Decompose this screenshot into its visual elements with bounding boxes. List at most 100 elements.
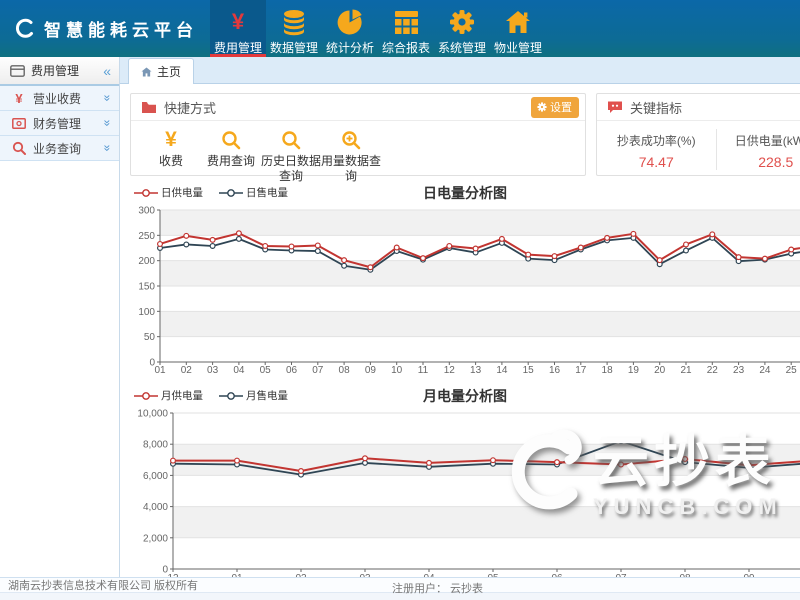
- footer: 湖南云抄表信息技术有限公司 版权所有 注册用户： 云抄表: [0, 577, 800, 600]
- svg-text:16: 16: [549, 365, 561, 376]
- nav-item-reports[interactable]: 综合报表: [378, 0, 434, 57]
- svg-text:22: 22: [707, 365, 719, 376]
- metric-daily-power-supply: 日供电量(kWH) 228.5: [716, 129, 800, 170]
- svg-text:100: 100: [138, 307, 155, 318]
- sidebar-item-business-query[interactable]: 业务查询 »: [0, 136, 119, 161]
- app-title: 智慧能耗云平台: [44, 16, 198, 41]
- search-icon: [12, 141, 26, 155]
- pie-icon: [337, 7, 364, 37]
- yen-icon: ¥: [232, 7, 244, 37]
- database-icon: [281, 7, 307, 37]
- chevron-down-icon[interactable]: »: [101, 95, 115, 102]
- svg-text:23: 23: [733, 365, 745, 376]
- metric-value: 74.47: [597, 154, 716, 170]
- svg-text:02: 02: [181, 365, 193, 376]
- svg-text:01: 01: [154, 365, 166, 376]
- monthly-chart-title: 月电量分析图: [130, 386, 800, 406]
- svg-text:50: 50: [144, 332, 156, 343]
- svg-text:2,000: 2,000: [143, 533, 168, 544]
- comment-icon: [607, 100, 623, 114]
- svg-text:21: 21: [680, 365, 692, 376]
- footer-copyright: 湖南云抄表信息技术有限公司 版权所有: [8, 577, 198, 593]
- svg-text:25: 25: [786, 365, 798, 376]
- svg-text:250: 250: [138, 231, 155, 242]
- svg-text:20: 20: [654, 365, 666, 376]
- gear-icon: [537, 102, 547, 112]
- quick-item-history-daily-query[interactable]: 历史日数据查询: [261, 128, 321, 184]
- svg-text:05: 05: [260, 365, 272, 376]
- quick-item-charge[interactable]: ¥ 收费: [141, 128, 201, 184]
- svg-text:07: 07: [312, 365, 324, 376]
- svg-text:18: 18: [602, 365, 614, 376]
- home-icon: [141, 67, 152, 77]
- key-indicators-panel: 关键指标 抄表成功率(%) 74.47 日供电量(kWH) 228.5: [596, 93, 800, 176]
- search-icon: [221, 128, 241, 152]
- svg-text:200: 200: [138, 256, 155, 267]
- search-icon: [281, 128, 301, 152]
- search-plus-icon: [341, 128, 361, 152]
- svg-text:13: 13: [470, 365, 482, 376]
- settings-button[interactable]: 设置: [531, 97, 579, 118]
- nav-item-system[interactable]: 系统管理: [434, 0, 490, 57]
- svg-text:4,000: 4,000: [143, 502, 168, 513]
- svg-text:6,000: 6,000: [143, 471, 168, 482]
- nav-item-property[interactable]: 物业管理: [490, 0, 546, 57]
- nav-item-statistics[interactable]: 统计分析: [322, 0, 378, 57]
- app-logo: 智慧能耗云平台: [0, 0, 210, 57]
- card-icon: [10, 65, 25, 77]
- sidebar: 费用管理 « ¥ 营业收费 » 财务管理 » 业务查询 »: [0, 57, 120, 577]
- folder-icon: [141, 101, 157, 114]
- svg-text:17: 17: [575, 365, 587, 376]
- nav-item-fee-management[interactable]: ¥ 费用管理: [210, 0, 266, 57]
- monthly-chart-canvas[interactable]: 02,0004,0006,0008,00010,0001201020304050…: [130, 405, 800, 577]
- collapse-sidebar-icon[interactable]: «: [103, 63, 111, 79]
- svg-text:10,000: 10,000: [137, 409, 168, 420]
- svg-text:09: 09: [365, 365, 377, 376]
- quick-access-panel: 快捷方式: [130, 93, 586, 176]
- indicators-panel-title: 关键指标: [630, 98, 800, 117]
- chevron-down-icon[interactable]: »: [101, 145, 115, 152]
- sidebar-header-label: 费用管理: [31, 62, 103, 79]
- svg-text:11: 11: [418, 365, 429, 376]
- svg-text:10: 10: [391, 365, 403, 376]
- tab-home[interactable]: 主页: [128, 58, 194, 84]
- yen-icon: ¥: [12, 91, 26, 106]
- footer-registered-user: 注册用户： 云抄表: [392, 580, 483, 596]
- app-header: 智慧能耗云平台 ¥ 费用管理 数据管理: [0, 0, 800, 57]
- svg-text:03: 03: [207, 365, 219, 376]
- metric-value: 228.5: [717, 154, 800, 170]
- home-tab-content: 快捷方式: [120, 84, 800, 577]
- svg-text:15: 15: [523, 365, 535, 376]
- sidebar-header[interactable]: 费用管理 «: [0, 57, 119, 86]
- crescent-logo-icon: [14, 18, 36, 40]
- metric-meter-read-success: 抄表成功率(%) 74.47: [597, 129, 716, 170]
- svg-text:14: 14: [496, 365, 508, 376]
- svg-text:8,000: 8,000: [143, 440, 168, 451]
- svg-text:08: 08: [339, 365, 351, 376]
- nav-item-data-management[interactable]: 数据管理: [266, 0, 322, 57]
- daily-power-chart: 日供电量日售电量 日电量分析图 050100150200250300010203…: [130, 181, 800, 379]
- svg-text:06: 06: [286, 365, 298, 376]
- daily-chart-canvas[interactable]: 0501001502002503000102030405060708091011…: [130, 202, 800, 379]
- table-icon: [394, 7, 419, 37]
- banknote-icon: [12, 118, 26, 129]
- svg-text:12: 12: [444, 365, 456, 376]
- sidebar-item-finance[interactable]: 财务管理 »: [0, 111, 119, 136]
- svg-text:19: 19: [628, 365, 640, 376]
- sidebar-item-business-charging[interactable]: ¥ 营业收费 »: [0, 86, 119, 111]
- monthly-power-chart: 月供电量月售电量 月电量分析图 02,0004,0006,0008,00010,…: [130, 384, 800, 577]
- main-nav: ¥ 费用管理 数据管理 统计分析: [210, 0, 546, 57]
- svg-text:04: 04: [233, 365, 245, 376]
- svg-text:300: 300: [138, 206, 155, 217]
- yen-icon: ¥: [165, 128, 177, 152]
- quick-item-usage-data-query[interactable]: 用量数据查询: [321, 128, 381, 184]
- svg-text:24: 24: [759, 365, 771, 376]
- daily-chart-title: 日电量分析图: [130, 183, 800, 203]
- tab-bar: 主页: [120, 57, 800, 84]
- quick-panel-title: 快捷方式: [164, 98, 531, 117]
- gear-icon: [449, 7, 475, 37]
- home-icon: [505, 7, 531, 37]
- quick-item-fee-query[interactable]: 费用查询: [201, 128, 261, 184]
- chevron-down-icon[interactable]: »: [101, 120, 115, 127]
- svg-text:150: 150: [138, 282, 155, 293]
